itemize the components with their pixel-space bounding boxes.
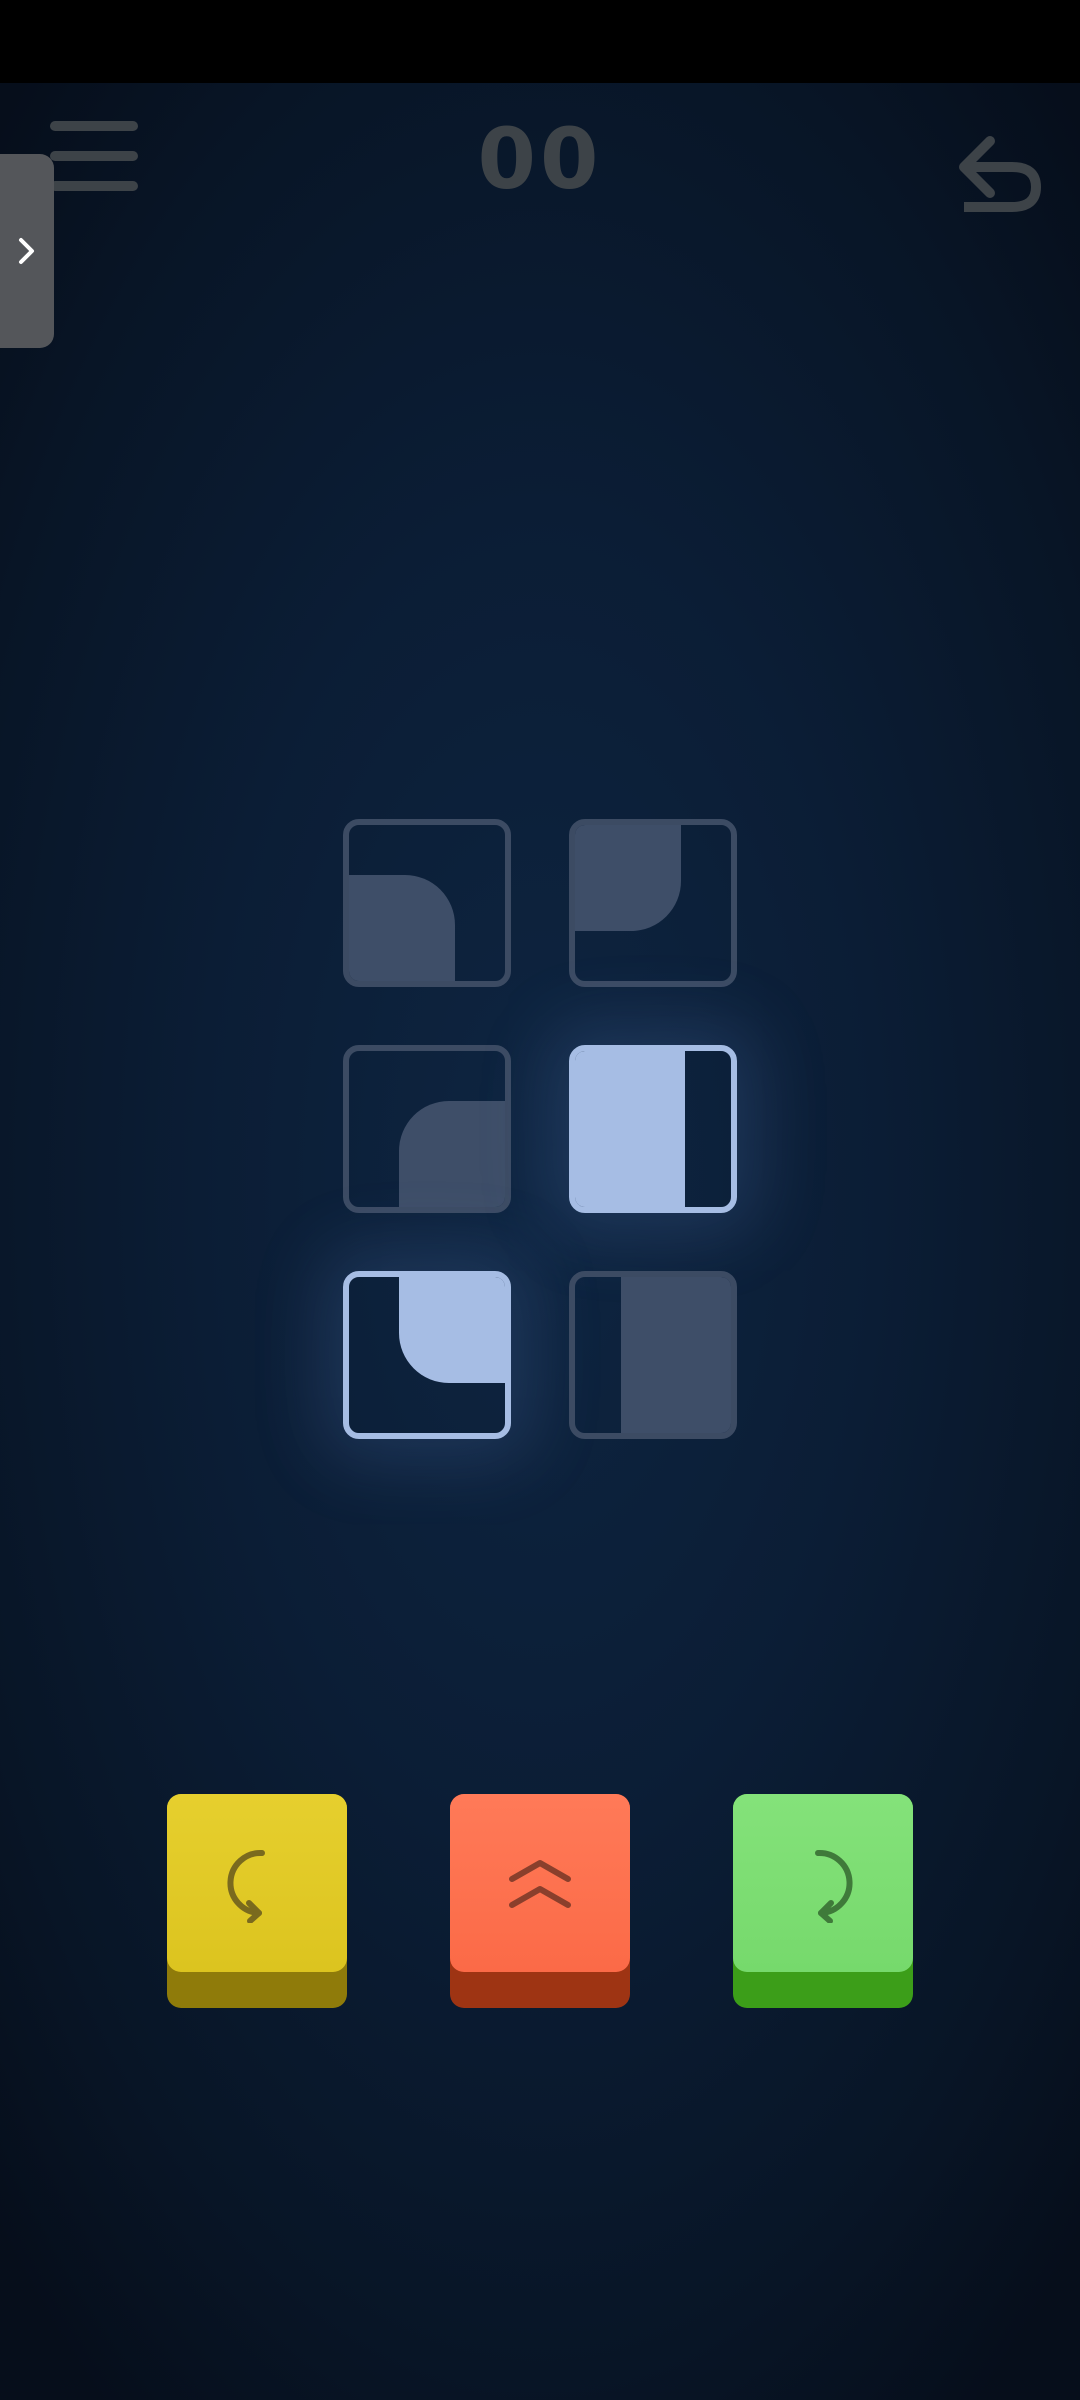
double-chevron-up-icon [509, 1860, 571, 1908]
rotate-left-button[interactable] [167, 1794, 347, 2008]
control-pad [0, 0, 1080, 2400]
flip-button[interactable] [450, 1794, 630, 2008]
rotate-ccw-icon [227, 1849, 265, 1923]
rotate-right-button[interactable] [733, 1794, 913, 2008]
rotate-cw-icon [815, 1849, 853, 1923]
